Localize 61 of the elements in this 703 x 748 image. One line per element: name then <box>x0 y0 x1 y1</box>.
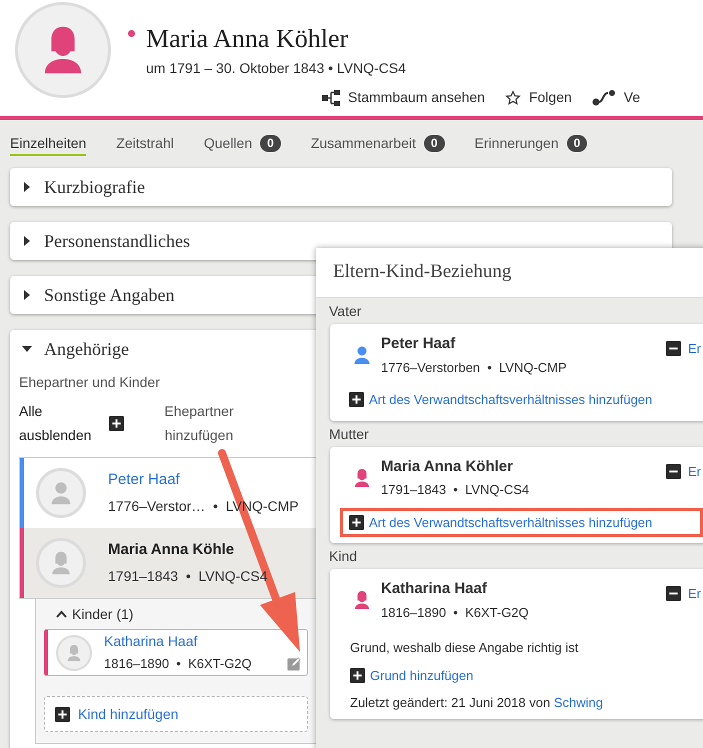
star-icon <box>504 90 521 106</box>
plus-icon <box>349 392 364 408</box>
action-link[interactable]: Folgen <box>504 87 572 108</box>
tab[interactable]: Zeitstrahl <box>116 132 174 156</box>
section-header[interactable]: Kurzbiografie <box>10 168 672 206</box>
role-label: Vater <box>328 302 362 321</box>
plus-icon <box>109 416 124 430</box>
remove-link[interactable]: Er <box>666 462 701 481</box>
caret-down-icon <box>22 344 32 354</box>
edit-icon[interactable] <box>287 656 302 671</box>
popover-title: Eltern-Kind-Beziehung <box>333 260 512 284</box>
remove-link[interactable]: Er <box>666 584 701 604</box>
action-link[interactable]: Ve <box>592 87 640 108</box>
role-label: Mutter <box>328 424 370 444</box>
tab[interactable]: Erinnerungen 0 <box>474 132 588 156</box>
family-heading: Ehepartner und Kinder <box>19 373 160 392</box>
add-child-button[interactable]: Kind hinzufügen <box>44 696 308 732</box>
section-header[interactable]: Angehörige <box>19 330 132 368</box>
count-badge: 0 <box>566 134 588 152</box>
add-spouse-link[interactable]: Ehepartner hinzufügen <box>149 399 249 447</box>
spouse-name[interactable]: Peter Haaf <box>108 469 299 492</box>
child-meta: 1816–1890 • K6XT-G2Q <box>104 655 252 674</box>
person-lifespan: um 1791 – 30. Oktober 1843 • LVNQ-CS4 <box>146 59 407 78</box>
hide-all-link[interactable]: Alle ausblenden <box>19 399 109 447</box>
tab[interactable]: Quellen 0 <box>204 132 281 156</box>
person-name: Katharina Haaf <box>381 579 488 599</box>
caret-right-icon <box>22 290 32 300</box>
person-name: Maria Anna Köhler <box>381 456 514 476</box>
add-relationship-type-link[interactable]: Art des Verwandtschaftsverhältnisses hinzufügen <box>349 390 652 410</box>
minus-icon <box>666 341 681 356</box>
count-badge: 0 <box>424 134 445 152</box>
plus-icon <box>349 514 364 530</box>
user-link[interactable]: Schwing <box>554 695 603 710</box>
last-changed-text: Zuletzt geändert: 21 Juni 2018 von Schwing <box>350 694 604 712</box>
child-name[interactable]: Katharina Haaf <box>104 631 252 652</box>
person-meta: 1816–1890 • K6XT-G2Q <box>381 604 530 622</box>
person-meta: 1791–1843 • LVNQ-CS4 <box>381 481 530 499</box>
tree-icon <box>322 90 340 106</box>
role-label: Kind <box>328 547 358 566</box>
add-relationship-type-link[interactable]: Art des Verwandtschaftsverhältnisses hinzufügen <box>349 512 652 532</box>
action-link[interactable]: Stammbaum ansehen <box>322 87 485 108</box>
remove-link[interactable]: Er <box>666 339 701 358</box>
children-toggle[interactable]: Kinder (1) <box>56 599 134 629</box>
chevron-up-icon <box>56 610 67 618</box>
count-badge: 0 <box>260 134 281 152</box>
minus-icon <box>666 464 681 479</box>
child-row[interactable]: Katharina Haaf 1816–1890 • K6XT-G2Q <box>44 629 308 676</box>
relation-icon <box>592 88 616 106</box>
spouse-name: Maria Anna Köhle <box>108 540 236 560</box>
person-name: Peter Haaf <box>381 334 456 354</box>
plus-icon <box>55 706 70 722</box>
add-reason-link[interactable]: Grund hinzufügen <box>350 666 703 685</box>
reason-label: Grund, weshalb diese Angabe richtig ist <box>350 639 580 657</box>
plus-icon <box>350 668 365 683</box>
minus-icon <box>666 586 681 602</box>
tab[interactable]: Zusammenarbeit 0 <box>310 132 445 156</box>
tab[interactable]: Einzelheiten <box>10 132 86 156</box>
person-name: Maria Anna Köhler <box>146 24 348 54</box>
person-meta: 1776–Verstorben • LVNQ-CMP <box>381 358 568 376</box>
caret-right-icon <box>22 236 32 246</box>
caret-right-icon <box>22 182 32 192</box>
